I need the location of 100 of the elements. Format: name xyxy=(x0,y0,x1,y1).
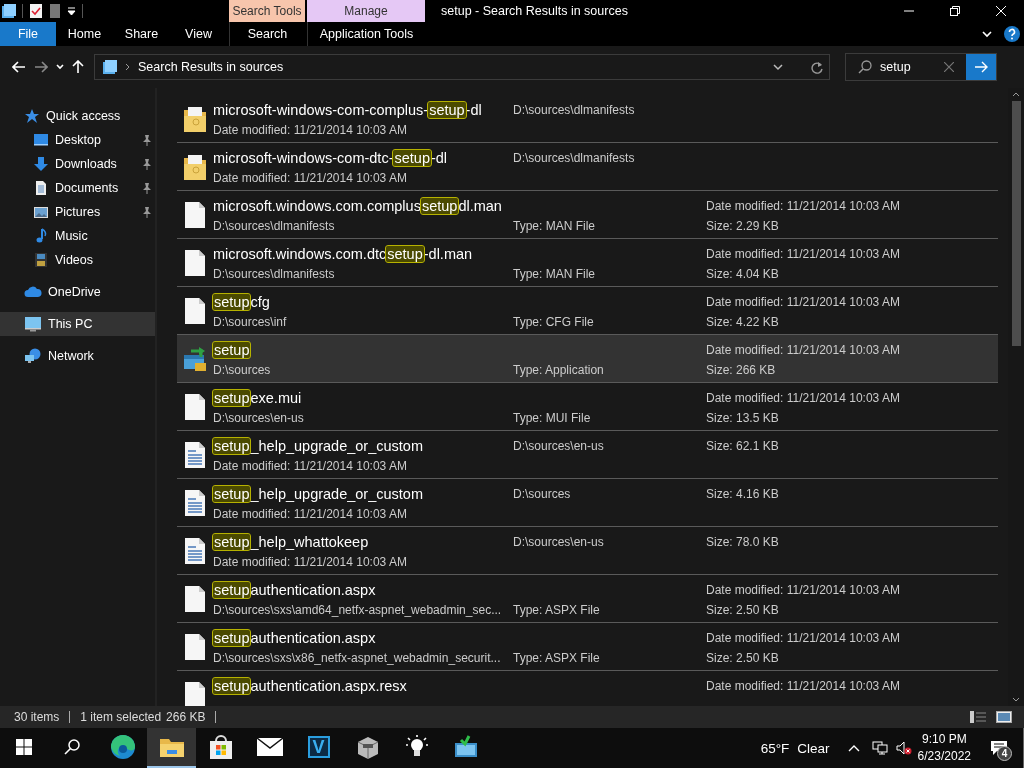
tab-group-header: Search Tools xyxy=(229,0,305,22)
arrow-right-icon xyxy=(34,61,48,73)
scrollbar-thumb[interactable] xyxy=(1011,101,1021,346)
chevron-up-icon[interactable] xyxy=(847,744,860,752)
properties-icon[interactable] xyxy=(29,3,43,19)
ribbon-tab[interactable]: Home xyxy=(56,22,113,46)
windows-logo-icon xyxy=(16,739,32,755)
file-detail: Date modified: 11/21/2014 10:03 AM xyxy=(706,631,901,645)
file-name: setupauthentication.aspx.resx xyxy=(213,678,408,694)
temperature: 65°F xyxy=(760,740,790,756)
text-file-icon xyxy=(184,489,206,517)
clear-icon[interactable] xyxy=(944,62,954,72)
file-detail: Date modified: 11/21/2014 10:03 AM xyxy=(706,343,901,357)
weather-condition: Clear xyxy=(797,740,830,756)
text-file-icon xyxy=(184,441,206,469)
sidebar-item[interactable]: OneDrive xyxy=(0,280,155,304)
help-icon[interactable] xyxy=(1004,26,1020,42)
app-icon: V xyxy=(307,736,330,758)
star-icon xyxy=(24,108,40,124)
clock[interactable]: 9:10 PM 6/23/2022 xyxy=(911,731,977,765)
folder-icon xyxy=(183,153,207,181)
file-size: Size: 2.50 KB xyxy=(706,603,780,617)
refresh-icon[interactable] xyxy=(811,60,823,74)
item-count: 30 items xyxy=(14,710,60,724)
restore-icon xyxy=(950,6,960,16)
file-location: D:\sources xyxy=(513,487,572,501)
search-result-row[interactable]: setupauthentication.aspx D:\sources\sxs\amd64_netfx-aspnet_webadmin_sec... Type: ASPX File Date modified: 11/21/2014 10:03 AM Size: 2.50 KB xyxy=(177,575,998,623)
cloud-icon xyxy=(24,286,42,298)
scroll-up-icon[interactable] xyxy=(1012,92,1020,97)
picture-icon xyxy=(33,204,49,220)
folder-icon xyxy=(183,105,207,133)
file-detail: D:\sources xyxy=(213,363,272,377)
file-icon xyxy=(184,201,206,229)
tab-group-header: Manage xyxy=(307,0,425,22)
taskbar-button[interactable]: V xyxy=(294,728,343,768)
sidebar-item[interactable]: Music xyxy=(0,224,155,248)
sidebar-item[interactable]: Network xyxy=(0,344,155,368)
file-detail: D:\sources\sxs\amd64_netfx-aspnet_webadmin_sec... xyxy=(213,603,503,617)
search-result-row[interactable]: setup D:\sources Type: Application Date modified: 11/21/2014 10:03 AM Size: 266 KB xyxy=(177,335,998,383)
close-icon xyxy=(996,6,1006,16)
window-title: setup - Search Results in sources xyxy=(440,3,629,20)
sidebar-item[interactable]: Videos xyxy=(0,248,155,272)
file-detail: Date modified: 11/21/2014 10:03 AM xyxy=(706,295,901,309)
file-name: setupexe.mui xyxy=(213,390,303,406)
ribbon-tab[interactable]: Share xyxy=(113,22,170,46)
file-size: Size: 4.04 KB xyxy=(706,267,780,281)
chevron-right-icon xyxy=(125,63,130,71)
notifications-button[interactable]: 4 xyxy=(977,728,1021,768)
setup-icon xyxy=(452,735,479,759)
sidebar-item[interactable]: This PC xyxy=(0,312,155,336)
file-detail: Date modified: 11/21/2014 10:03 AM xyxy=(213,507,408,521)
folder-icon xyxy=(158,736,185,758)
file-name: setupauthentication.aspx xyxy=(213,582,377,598)
file-icon xyxy=(184,393,206,421)
file-detail: Date modified: 11/21/2014 10:03 AM xyxy=(213,123,408,137)
dropdown-icon[interactable] xyxy=(67,6,76,16)
search-result-row[interactable]: microsoft.windows.com.complussetupdl.man D:\sources\dlmanifests Type: MAN File Date modified: 11/21/2014 10:03 AM Size: 2.29 KB xyxy=(177,191,998,239)
file-location: D:\sources\dlmanifests xyxy=(513,151,636,165)
sidebar-item[interactable]: Downloads xyxy=(0,152,155,176)
search-result-row[interactable]: microsoft-windows-com-dtc-setup-dl Date modified: 11/21/2014 10:03 AM D:\sources\dlmanifests xyxy=(177,143,998,191)
sidebar-item[interactable]: Quick access xyxy=(0,104,155,128)
folder-icon[interactable] xyxy=(2,4,16,18)
search-result-row[interactable]: microsoft-windows-com-complus-setup-dl Date modified: 11/21/2014 10:03 AM D:\sources\dlmanifests xyxy=(177,95,998,143)
search-result-row[interactable]: setupexe.mui D:\sources\en-us Type: MUI File Date modified: 11/21/2014 10:03 AM Size: 13.5 KB xyxy=(177,383,998,431)
store-bag-icon xyxy=(207,734,234,760)
file-size: Size: 4.22 KB xyxy=(706,315,780,329)
network-icon[interactable] xyxy=(871,741,888,755)
document-icon xyxy=(33,180,49,196)
file-location: D:\sources\dlmanifests xyxy=(513,103,636,117)
file-detail: Date modified: 11/21/2014 10:03 AM xyxy=(706,199,901,213)
file-name: setup xyxy=(213,342,252,358)
file-size: Size: 266 KB xyxy=(706,363,777,377)
sidebar-item[interactable]: Desktop xyxy=(0,128,155,152)
file-icon xyxy=(184,681,206,706)
sidebar-item[interactable]: Documents xyxy=(0,176,155,200)
file-type: Type: ASPX File xyxy=(513,603,601,617)
file-size: Size: 13.5 KB xyxy=(706,411,780,425)
file-icon xyxy=(184,297,206,325)
search-result-row[interactable]: setupauthentication.aspx D:\sources\sxs\x86_netfx-aspnet_webadmin_securit... Type: ASPX File Date modified: 11/21/2014 10:03 AM Size: 2.50 KB xyxy=(177,623,998,671)
arrow-right-icon xyxy=(974,61,988,73)
details-view-icon[interactable] xyxy=(970,711,986,723)
ribbon-tab[interactable]: View xyxy=(170,22,227,46)
address-bar[interactable]: Search Results in sources xyxy=(94,54,830,80)
desktop-icon xyxy=(33,132,49,148)
file-type: Type: MAN File xyxy=(513,219,597,233)
network-icon xyxy=(24,348,42,364)
ribbon-tab[interactable]: File xyxy=(0,22,56,46)
volume-muted-icon[interactable] xyxy=(895,741,912,755)
file-name: microsoft-windows-com-dtc-setup-dl xyxy=(213,150,449,166)
search-icon xyxy=(64,739,80,755)
address-path: Search Results in sources xyxy=(138,60,285,74)
large-icons-view-icon[interactable] xyxy=(996,711,1012,723)
taskbar-button[interactable] xyxy=(147,728,196,768)
file-detail: Size: 62.1 KB xyxy=(706,439,780,453)
file-detail: Date modified: 11/21/2014 10:03 AM xyxy=(706,583,901,597)
chevron-down-icon[interactable] xyxy=(773,63,783,71)
search-result-row[interactable]: microsoft.windows.com.dtc setup-dl.man D:\sources\dlmanifests Type: MAN File Date modified: 11/21/2014 10:03 AM Size: 4.04 KB xyxy=(177,239,998,287)
edge-icon xyxy=(109,734,136,760)
sidebar-item[interactable]: Pictures xyxy=(0,200,155,224)
search-field[interactable]: setup xyxy=(845,53,997,81)
